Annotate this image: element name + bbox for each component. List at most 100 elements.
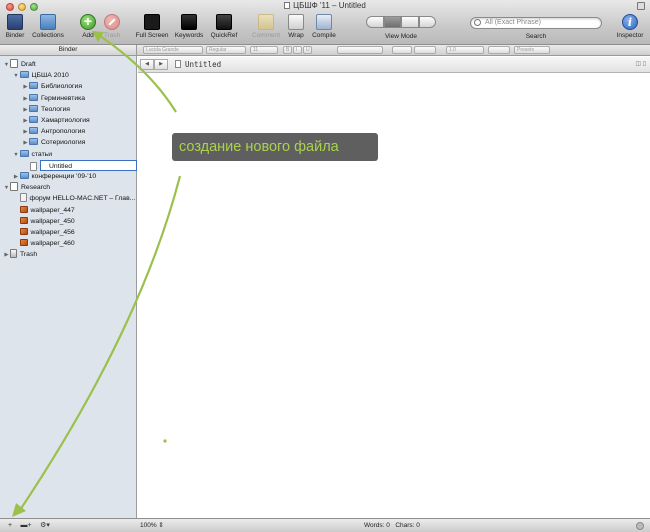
underline-button[interactable]: U [303,46,312,54]
binder-item-label: Библиология [41,83,83,91]
binder-item[interactable]: ▼ статьи [13,149,53,161]
binder-item[interactable]: Untitled [30,159,137,171]
binder-sidebar: ▼ Draft ▼ ЦБША 2010 ▶ Библиология ▶ Герминевтик… [0,56,137,518]
compile-icon [316,14,332,30]
binder-item[interactable]: wallpaper_460 [13,238,75,249]
binder-item[interactable]: ▶ Trash [3,249,37,260]
trash-toolbar-icon [104,14,120,30]
binder-item[interactable]: ▼ ЦБША 2010 [13,70,69,81]
folder-icon [29,93,38,101]
binder-item-label: конференции '09-'10 [31,173,97,180]
binder-item[interactable]: ▼ Research [3,182,50,193]
search-label: Search [525,33,547,40]
folder-icon [29,104,38,112]
disclosure-expanded-icon[interactable]: ▼ [3,183,10,194]
binder-item-label: Антропология [41,128,86,136]
binder-item[interactable]: ▶ Теология [22,104,70,115]
alignment-control[interactable] [337,46,383,54]
disclosure-expanded-icon[interactable]: ▼ [13,150,20,161]
split-editor-button[interactable]: ◫ ▯ [635,60,646,67]
forward-button[interactable]: ▶ [154,59,168,70]
view-mode-corkboard[interactable] [401,16,419,28]
highlight-color-well[interactable] [414,46,436,54]
comment-button-label: Comment [251,32,281,39]
add-item-button[interactable]: + [4,521,16,530]
binder-item-label: Research [21,184,51,192]
binder-button[interactable]: Binder [4,14,26,39]
search-input[interactable]: All (Exact Phrase) [470,17,602,29]
binder-item[interactable]: ▶ Герминевтика [22,93,85,104]
search-icon[interactable] [474,19,481,26]
binder-button-label: Binder [5,32,25,39]
image-icon [19,216,28,224]
view-mode-outliner[interactable] [418,16,436,28]
window-title: ЦБШФ '11 – Untitled [0,1,650,10]
binder-item[interactable]: wallpaper_456 [13,227,75,238]
compile-button-label: Compile [312,32,336,39]
list-style-select[interactable] [488,46,510,54]
binder-item-label: Герминевтика [41,94,86,102]
add-button[interactable]: Add [79,13,97,39]
binder-item-label: wallpaper_447 [30,206,75,214]
binder-item[interactable]: ▶ Сотериология [22,137,85,148]
disclosure-expanded-icon[interactable]: ▼ [3,60,10,71]
compile-button[interactable]: Compile [310,14,338,39]
binder-item-label: ЦБША 2010 [31,72,69,80]
full-screen-button[interactable]: Full Screen [134,14,170,39]
binder-item[interactable]: wallpaper_447 [13,205,75,216]
view-mode-slider[interactable] [366,16,384,28]
bold-button[interactable]: B [283,46,292,54]
trash-button[interactable]: Trash [102,14,122,39]
text-color-well[interactable] [392,46,412,54]
wrap-button[interactable]: Wrap [286,14,306,39]
collections-button[interactable]: Collections [30,14,66,39]
target-icon[interactable] [636,522,644,530]
presets-select[interactable]: Presets [514,46,550,54]
document-proxy-icon[interactable] [284,2,291,9]
binder-item-label: Теология [41,105,70,113]
inspector-button-label: Inspector [616,32,644,39]
binder-header: Binder [0,45,137,55]
editor-document-title[interactable]: Untitled [175,60,221,69]
quickref-icon [216,14,232,30]
collections-icon [40,14,56,30]
quickref-button[interactable]: QuickRef [209,14,239,39]
view-mode-scrivenings[interactable] [383,16,401,28]
line-spacing-select[interactable]: 1.0 [446,46,484,54]
folder-icon [19,172,29,179]
zoom-select[interactable]: 100% ⇕ [140,521,164,530]
scrivener-window: ЦБШФ '11 – Untitled Binder Collections A… [0,0,650,532]
word-count: Words: 0 Chars: 0 [364,521,420,530]
disclosure-collapsed-icon[interactable]: ▶ [3,250,10,261]
toolbar-toggle-button[interactable] [637,2,645,10]
comment-button[interactable]: Comment [250,14,282,39]
trash-button-label: Trash [103,32,121,39]
gear-icon[interactable]: ⚙▾ [37,521,53,530]
binder-item[interactable]: ▼ Draft [3,59,36,70]
binder-item-label: статьи [31,150,53,158]
binder-item[interactable]: ▶ конференции '09-'10 [13,171,97,182]
binder-item[interactable]: форум HELLO-MAC.NET – Глав... [13,193,135,204]
font-family-select[interactable]: Lucida Grande [143,46,203,54]
font-size-select[interactable]: 11 [250,46,278,54]
disclosure-expanded-icon[interactable]: ▼ [13,71,20,82]
full-screen-button-label: Full Screen [135,32,169,39]
font-style-select[interactable]: Regular [206,46,246,54]
inspector-icon [622,14,638,30]
research-icon [10,182,18,192]
back-button[interactable]: ◀ [140,59,154,70]
italic-button[interactable]: I [293,46,302,54]
binder-item-label: wallpaper_450 [30,217,75,225]
keywords-button[interactable]: Keywords [173,14,205,39]
folder-icon [29,82,38,90]
collections-button-label: Collections [32,32,64,39]
zoom-value: 100% [140,522,157,529]
binder-item[interactable]: ▶ Хамартиология [22,115,90,126]
binder-item[interactable]: ▶ Антропология [22,126,85,137]
binder-item[interactable]: ▶ Библиология [22,81,82,92]
binder-item-label: Trash [20,251,38,259]
inspector-button[interactable]: Inspector [614,14,646,39]
add-folder-button[interactable]: ▬+ [18,521,34,530]
title-toolbar: ЦБШФ '11 – Untitled Binder Collections A… [0,0,650,45]
binder-item[interactable]: wallpaper_450 [13,216,75,227]
